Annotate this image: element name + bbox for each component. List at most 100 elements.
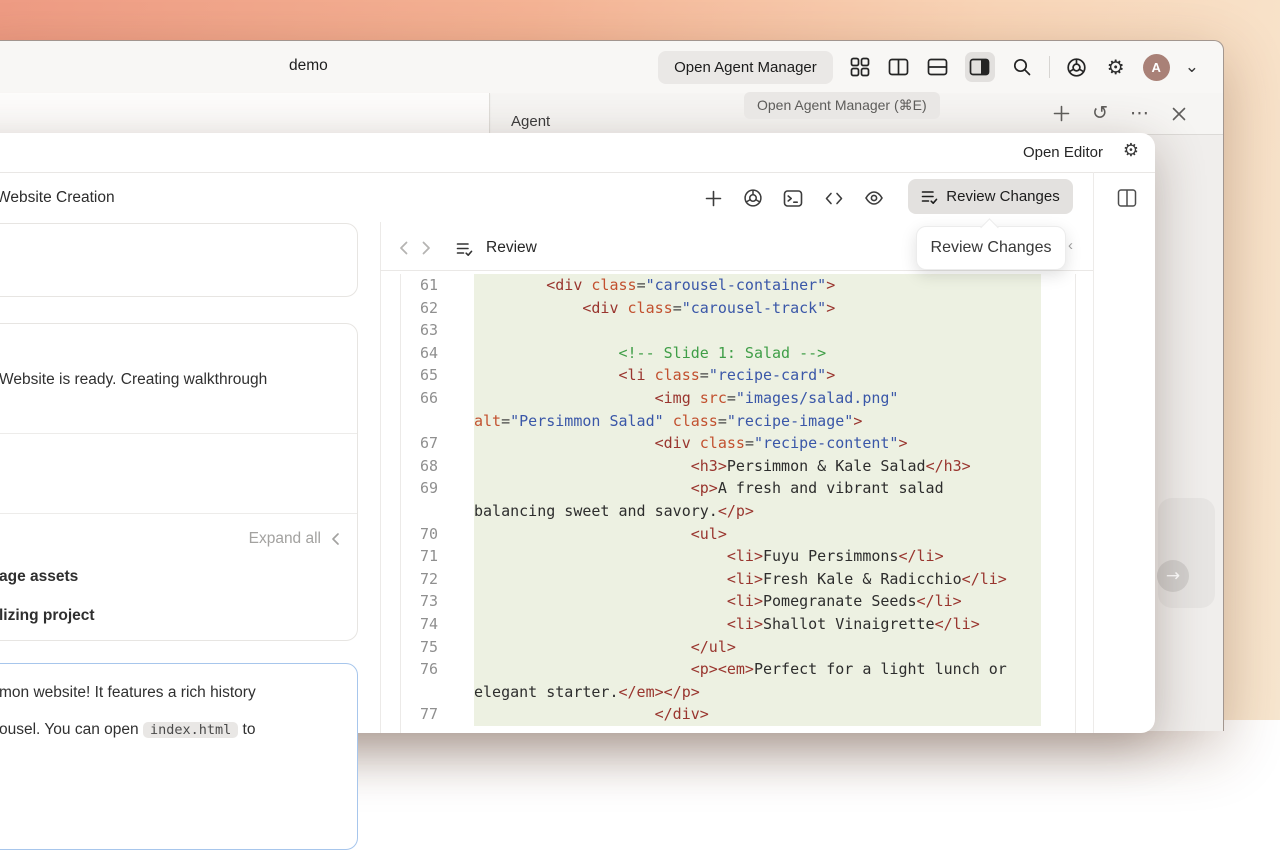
expand-all-control[interactable]: Expand all [249,530,341,548]
review-nav [398,240,432,256]
message-line2-suffix: to [243,721,256,738]
collapse-chevron-icon [330,532,341,546]
diff-file-card: 61 <div class="carousel-container">62 <d… [400,274,1076,733]
code-text: <p>A fresh and vibrant salad [474,477,1041,500]
line-number: 66 [401,387,474,410]
line-number [401,500,474,523]
close-pane-icon[interactable] [1171,106,1187,122]
code-line: 76 <p><em>Perfect for a light lunch or [401,658,1075,681]
line-number: 67 [401,432,474,455]
nav-back-icon[interactable] [398,240,409,256]
line-number: 77 [401,703,474,726]
code-line: 71 <li>Fuyu Persimmons</li> [401,545,1075,568]
code-icon[interactable] [824,188,844,208]
line-number: 73 [401,590,474,613]
title-bar: demo Open Agent Manager [0,41,1223,94]
expand-all-label: Expand all [249,530,321,548]
step-item[interactable]: lizing project [0,607,95,625]
avatar[interactable]: A [1143,54,1170,81]
assistant-message-card: mon website! It features a rich history … [0,663,358,850]
send-arrow-icon[interactable]: → [1157,560,1189,592]
code-line: 69 <p>A fresh and vibrant salad [401,477,1075,500]
code-line: 73 <li>Pomegranate Seeds</li> [401,590,1075,613]
chevron-down-icon[interactable]: ⌄ [1185,59,1199,76]
code-line: 65 <li class="recipe-card"> [401,364,1075,387]
line-number: 68 [401,455,474,478]
overlay-divider [0,172,1155,173]
browser-icon[interactable] [1065,55,1089,79]
settings-gear-icon[interactable]: ⚙ [1104,55,1128,79]
code-line: 68 <h3>Persimmon & Kale Salad</h3> [401,455,1075,478]
code-line: 77 </div> [401,703,1075,726]
line-number: 69 [401,477,474,500]
more-options-icon[interactable]: ⋯ [1130,104,1149,123]
code-text: <li>Shallot Vinaigrette</li> [474,613,1041,636]
review-overlay-card: Open Editor ⚙ Website Creation [0,133,1155,733]
line-number: 64 [401,342,474,365]
code-line: elegant starter.</em></p> [401,681,1075,704]
agent-manager-shortcut-tooltip: Open Agent Manager (⌘E) [744,92,940,119]
preview-eye-icon[interactable] [864,188,884,208]
code-text: <li>Fuyu Persimmons</li> [474,545,1041,568]
titlebar-actions: Open Agent Manager [658,41,1199,93]
diff-viewer[interactable]: 61 <div class="carousel-container">62 <d… [380,274,1093,733]
code-text: <div class="recipe-content"> [474,432,1041,455]
background-prompt-box [1158,498,1215,608]
sidebar-right-icon[interactable] [965,52,995,82]
code-text: <div class="carousel-track"> [474,297,1041,320]
nav-forward-icon[interactable] [421,240,432,256]
line-number: 70 [401,523,474,546]
overlay-settings-gear-icon[interactable]: ⚙ [1123,142,1139,160]
search-icon[interactable] [1010,55,1034,79]
code-line: 67 <div class="recipe-content"> [401,432,1075,455]
progress-card: Website is ready. Creating walkthrough E… [0,323,358,641]
code-line: 64 <!-- Slide 1: Salad --> [401,342,1075,365]
code-text: </div> [474,703,1041,726]
code-line: 72 <li>Fresh Kale & Radicchio</li> [401,568,1075,591]
code-text: <img src="images/salad.png" [474,387,1041,410]
add-plus-icon[interactable] [703,188,723,208]
columns-layout-icon[interactable] [1117,188,1137,208]
terminal-icon[interactable] [783,188,803,208]
line-number: 76 [401,658,474,681]
review-changes-button[interactable]: Review Changes [908,179,1073,214]
code-text: elegant starter.</em></p> [474,681,1041,704]
new-tab-plus-icon[interactable] [1053,105,1070,122]
code-line: 74 <li>Shallot Vinaigrette</li> [401,613,1075,636]
code-rows: 61 <div class="carousel-container">62 <d… [401,274,1075,726]
conversation-title: Website Creation [0,189,115,207]
split-horizontal-icon[interactable] [926,55,950,79]
code-text: <!-- Slide 1: Salad --> [474,342,1041,365]
right-rail-divider [1093,172,1094,733]
line-number: 72 [401,568,474,591]
line-number: 75 [401,636,474,659]
code-line: balancing sweet and savory.</p> [401,500,1075,523]
active-tab-pane[interactable] [0,93,490,133]
status-message: Website is ready. Creating walkthrough [0,371,267,389]
code-text: <ul> [474,523,1041,546]
open-in-browser-icon[interactable] [743,188,763,208]
titlebar-divider [1049,56,1050,78]
code-line: alt="Persimmon Salad" class="recipe-imag… [401,410,1075,433]
line-number: 63 [401,319,474,342]
open-agent-manager-button[interactable]: Open Agent Manager [658,51,833,84]
code-text: balancing sweet and savory.</p> [474,500,1041,523]
window-title: demo [289,57,328,75]
line-number [401,410,474,433]
step-item[interactable]: age assets [0,568,78,586]
list-check-icon [921,188,938,205]
code-text [474,319,1041,342]
line-number: 71 [401,545,474,568]
open-editor-link[interactable]: Open Editor [1023,144,1103,161]
review-list-check-icon [456,240,473,257]
code-text: <div class="carousel-container"> [474,274,1041,297]
code-text: <p><em>Perfect for a light lunch or [474,658,1041,681]
history-icon[interactable]: ↺ [1092,104,1108,123]
review-panel-title: Review [486,239,537,257]
files-card [0,223,358,297]
code-text: alt="Persimmon Salad" class="recipe-imag… [474,410,1041,433]
split-vertical-icon[interactable] [887,55,911,79]
code-line: 61 <div class="carousel-container"> [401,274,1075,297]
code-line: 75 </ul> [401,636,1075,659]
layout-blocks-icon[interactable] [848,55,872,79]
